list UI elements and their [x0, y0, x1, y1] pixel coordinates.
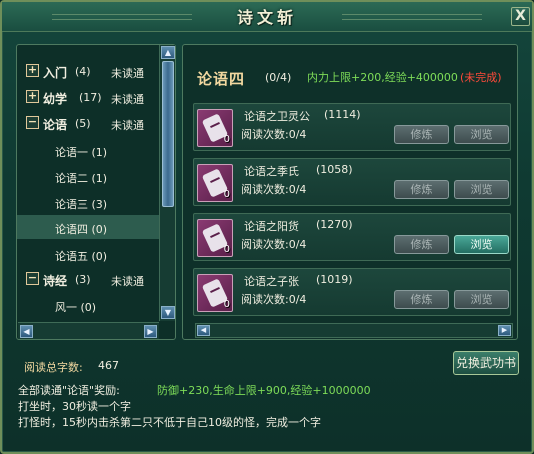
rule-combat: 打怪时，15秒内击杀第二只不低于自己10级的怪，完成一个字: [18, 416, 321, 429]
tree-item-lunyu-2[interactable]: 论语二 (1): [17, 164, 159, 188]
item-quantity: 0: [223, 299, 230, 310]
book-read-count: 阅读次数:0/4: [241, 238, 307, 251]
practice-button[interactable]: 修炼: [394, 180, 449, 199]
tree-item-feng-1[interactable]: 风一 (0): [17, 293, 159, 317]
browse-button[interactable]: 浏览: [454, 235, 509, 254]
category-status: 未读通: [111, 93, 144, 106]
completion-reward-label: 全部读通"论语"奖励:: [18, 384, 120, 397]
tree-vertical-scrollbar[interactable]: ▲ ▼: [159, 45, 175, 321]
item-quantity: 0: [223, 244, 230, 255]
tree-category-youxue[interactable]: + 幼学 (17) 未读通: [17, 85, 159, 109]
tree-horizontal-scrollbar[interactable]: ◀ ▶: [18, 322, 159, 339]
item-quantity: 0: [223, 134, 230, 145]
category-count: (3): [75, 273, 91, 286]
scroll-book-icon[interactable]: 0: [197, 219, 233, 257]
practice-button[interactable]: 修炼: [394, 125, 449, 144]
category-name: 入门: [43, 66, 68, 80]
chapter-detail-panel: 论语四 (0/4) 内力上限+200,经验+400000 (未完成) 0 论语之…: [182, 44, 518, 340]
book-word-count: (1019): [316, 273, 353, 286]
tree-item-label: 风一 (0): [55, 301, 97, 314]
chapter-progress: (0/4): [265, 71, 292, 84]
category-status: 未读通: [111, 275, 144, 288]
completion-reward-value: 防御+230,生命上限+900,经验+1000000: [157, 384, 371, 397]
tree-item-label: 论语四 (0): [55, 223, 108, 236]
scroll-left-arrow-icon[interactable]: ◀: [20, 325, 33, 338]
book-word-count: (1058): [316, 163, 353, 176]
total-words-value: 467: [98, 359, 119, 372]
tree-item-lunyu-1[interactable]: 论语一 (1): [17, 138, 159, 162]
window-title: 诗文斩: [236, 8, 297, 27]
expand-icon[interactable]: +: [26, 90, 39, 103]
rule-meditate: 打坐时，30秒读一个字: [18, 400, 131, 413]
category-count: (4): [75, 65, 91, 78]
scroll-up-arrow-icon[interactable]: ▲: [161, 46, 175, 59]
practice-button[interactable]: 修炼: [394, 235, 449, 254]
book-item: 0 论语之阳货 (1270) 阅读次数:0/4 修炼 浏览: [193, 213, 511, 261]
exchange-skill-book-button[interactable]: 兑换武功书: [453, 351, 519, 375]
scroll-book-icon[interactable]: 0: [197, 164, 233, 202]
scroll-right-arrow-icon[interactable]: ▶: [498, 325, 511, 336]
book-item: 0 论语之卫灵公 (1114) 阅读次数:0/4 修炼 浏览: [193, 103, 511, 151]
book-word-count: (1114): [324, 108, 361, 121]
tree-item-label: 论语二 (1): [55, 172, 108, 185]
title-ornament-left: [52, 14, 192, 20]
tree-item-label: 论语五 (0): [55, 250, 108, 263]
tree-item-label: 论语一 (1): [55, 146, 108, 159]
tree-category-rumen[interactable]: + 入门 (4) 未读通: [17, 59, 159, 83]
book-item: 0 论语之子张 (1019) 阅读次数:0/4 修炼 浏览: [193, 268, 511, 316]
browse-button[interactable]: 浏览: [454, 290, 509, 309]
poetry-window: 诗文斩 X + 入门 (4) 未读通 + 幼学 (17) 未读通 − 论语 (5…: [0, 0, 534, 454]
book-read-count: 阅读次数:0/4: [241, 128, 307, 141]
tree-item-lunyu-4[interactable]: 论语四 (0): [17, 215, 159, 239]
collapse-icon[interactable]: −: [26, 272, 39, 285]
scroll-thumb[interactable]: [162, 61, 174, 207]
books-horizontal-scrollbar[interactable]: ◀ ▶: [195, 323, 513, 338]
chapter-status: (未完成): [460, 71, 502, 84]
scroll-book-icon[interactable]: 0: [197, 109, 233, 147]
chapter-reward: 内力上限+200,经验+400000: [307, 71, 458, 84]
browse-button[interactable]: 浏览: [454, 125, 509, 144]
book-item: 0 论语之季氏 (1058) 阅读次数:0/4 修炼 浏览: [193, 158, 511, 206]
scroll-book-icon[interactable]: 0: [197, 274, 233, 312]
category-tree-panel: + 入门 (4) 未读通 + 幼学 (17) 未读通 − 论语 (5) 未读通 …: [16, 44, 176, 340]
book-word-count: (1270): [316, 218, 353, 231]
tree-category-shijing[interactable]: − 诗经 (3) 未读通: [17, 267, 159, 291]
category-status: 未读通: [111, 119, 144, 132]
total-words-label: 阅读总字数:: [24, 361, 83, 374]
title-ornament-right: [342, 14, 482, 20]
practice-button[interactable]: 修炼: [394, 290, 449, 309]
scroll-right-arrow-icon[interactable]: ▶: [144, 325, 157, 338]
book-name: 论语之阳货: [244, 220, 299, 233]
book-name: 论语之季氏: [244, 165, 299, 178]
book-read-count: 阅读次数:0/4: [241, 183, 307, 196]
book-name: 论语之子张: [244, 275, 299, 288]
item-quantity: 0: [223, 189, 230, 200]
close-button[interactable]: X: [511, 7, 530, 26]
category-count: (5): [75, 117, 91, 130]
book-read-count: 阅读次数:0/4: [241, 293, 307, 306]
category-count: (17): [79, 91, 102, 104]
category-tree: + 入门 (4) 未读通 + 幼学 (17) 未读通 − 论语 (5) 未读通 …: [17, 45, 159, 321]
tree-item-lunyu-5[interactable]: 论语五 (0): [17, 242, 159, 266]
expand-icon[interactable]: +: [26, 64, 39, 77]
tree-item-lunyu-3[interactable]: 论语三 (3): [17, 190, 159, 214]
book-name: 论语之卫灵公: [244, 110, 310, 123]
category-name: 幼学: [43, 92, 68, 106]
browse-button[interactable]: 浏览: [454, 180, 509, 199]
category-name: 论语: [43, 118, 68, 132]
category-status: 未读通: [111, 67, 144, 80]
title-bar[interactable]: 诗文斩: [2, 2, 532, 32]
tree-item-label: 论语三 (3): [55, 198, 108, 211]
scroll-down-arrow-icon[interactable]: ▼: [161, 306, 175, 319]
chapter-title: 论语四: [197, 70, 246, 88]
scroll-left-arrow-icon[interactable]: ◀: [197, 325, 210, 336]
category-name: 诗经: [43, 274, 68, 288]
collapse-icon[interactable]: −: [26, 116, 39, 129]
tree-category-lunyu[interactable]: − 论语 (5) 未读通: [17, 111, 159, 135]
